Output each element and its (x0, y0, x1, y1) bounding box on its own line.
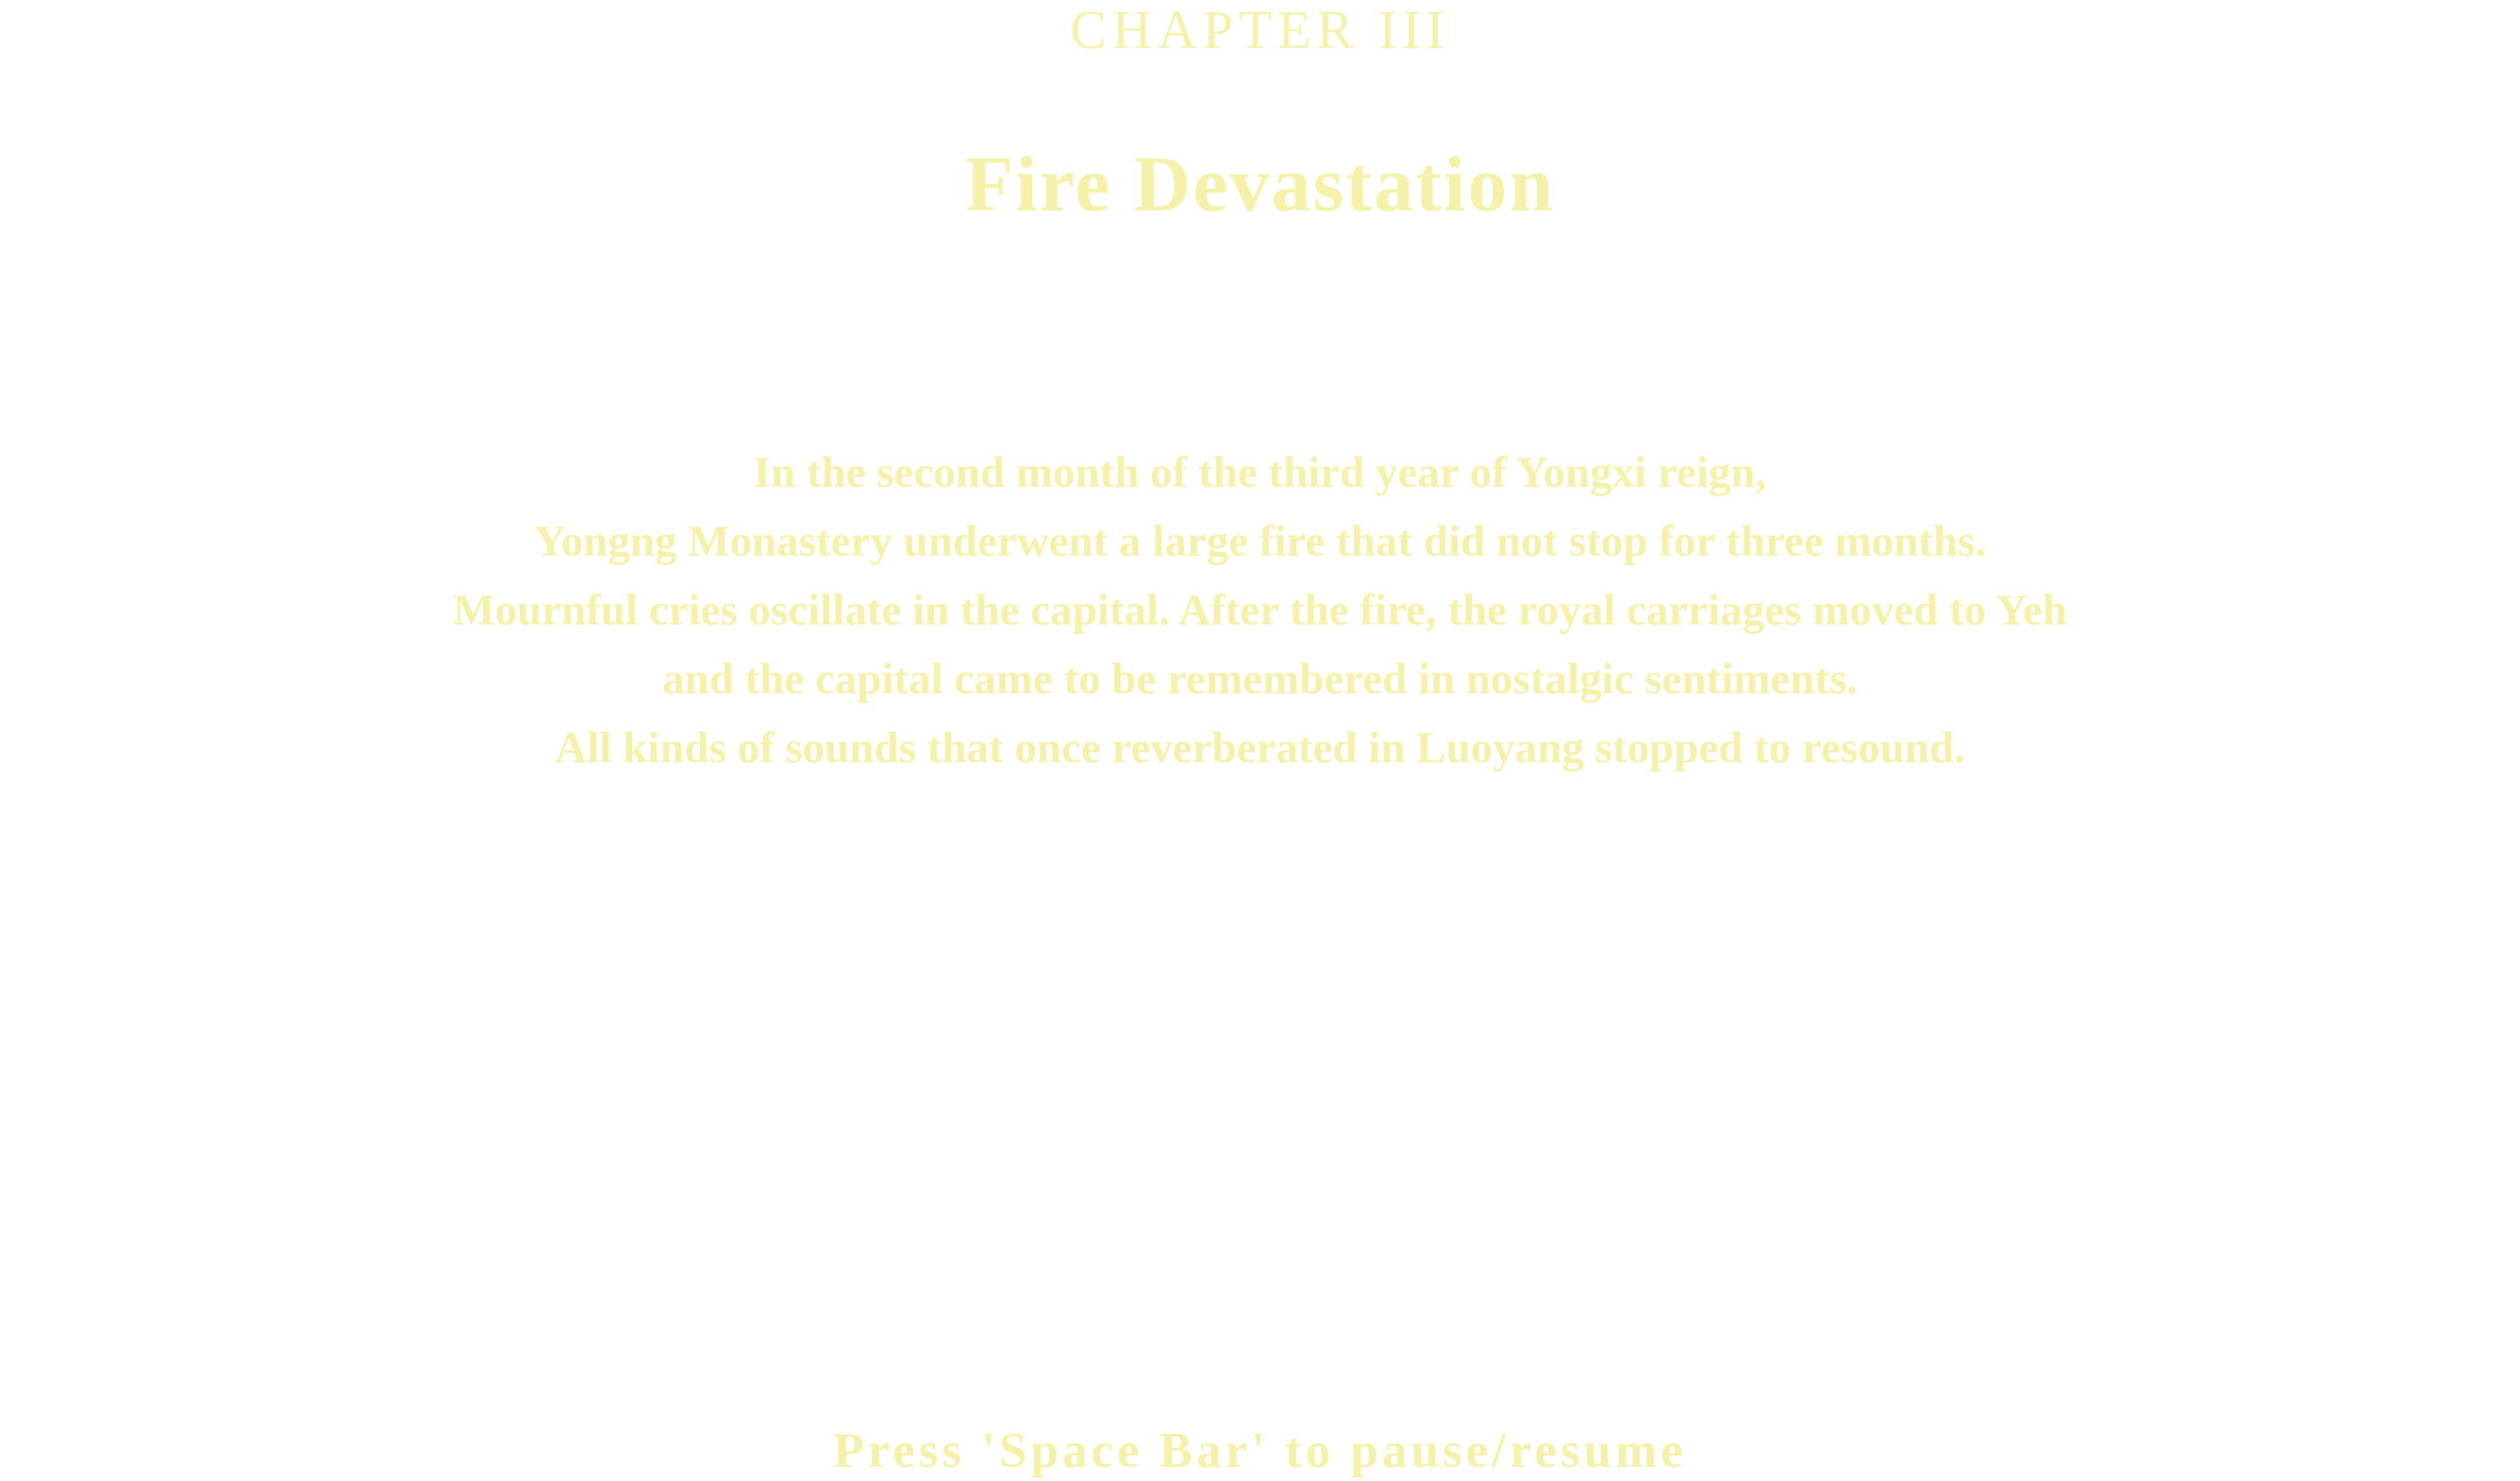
chapter-narration: In the second month of the third year of… (0, 439, 2520, 783)
chapter-intro-screen[interactable]: CHAPTER III Fire Devastation In the seco… (0, 0, 2520, 1481)
chapter-label: CHAPTER III (1070, 0, 1450, 60)
narration-line: Mournful cries oscillate in the capital.… (453, 586, 2067, 635)
chapter-title: Fire Devastation (964, 141, 1556, 228)
narration-line: Yongng Monastery underwent a large fire … (533, 517, 1987, 566)
narration-line: All kinds of sounds that once reverberat… (555, 724, 1965, 773)
narration-line: and the capital came to be remembered in… (661, 655, 1859, 704)
narration-line: In the second month of the third year of… (753, 448, 1767, 497)
pause-resume-hint: Press 'Space Bar' to pause/resume (833, 1423, 1687, 1478)
